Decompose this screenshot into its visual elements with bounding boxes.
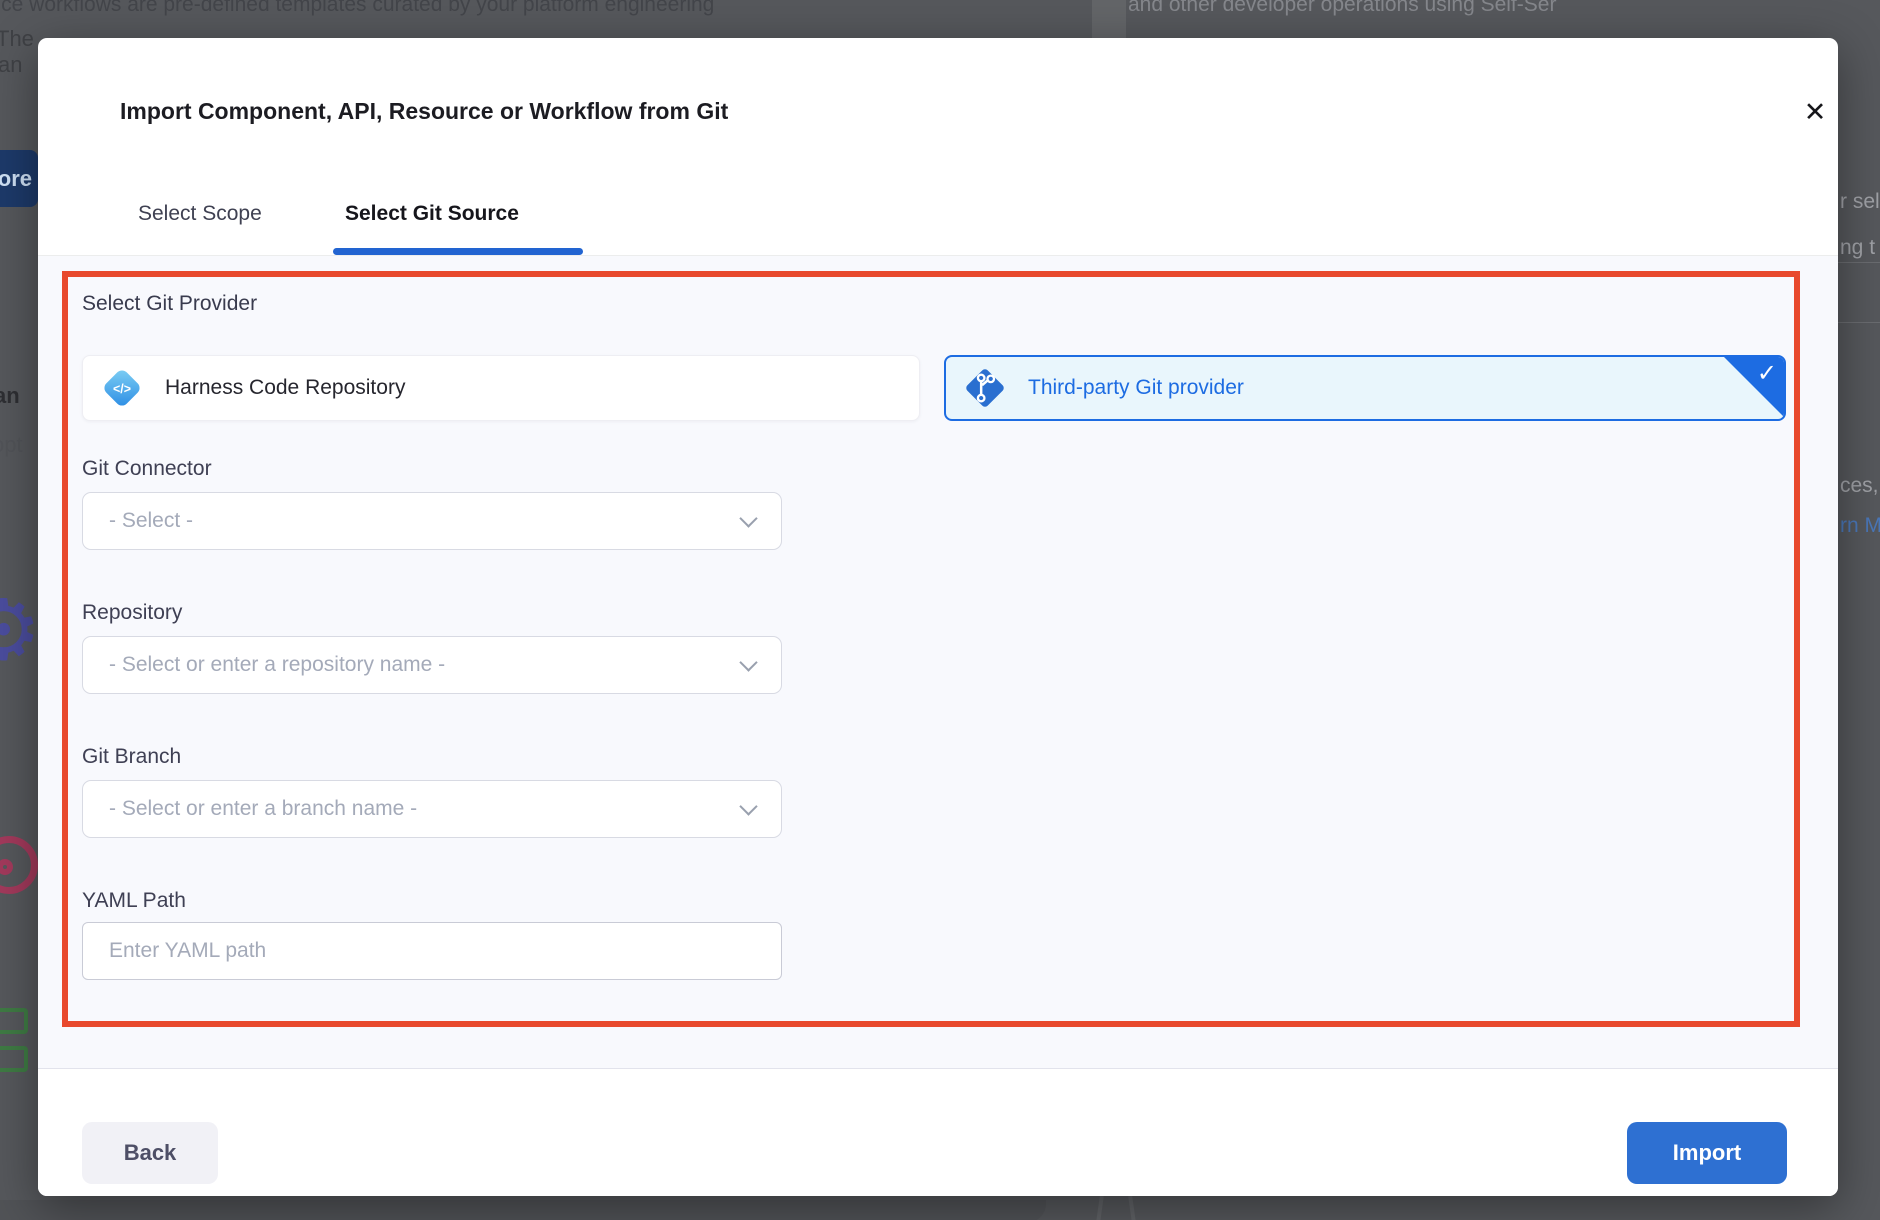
git-connector-label: Git Connector — [82, 457, 212, 481]
screen: vice workflows are pre-defined templates… — [0, 0, 1880, 1220]
background-divider — [1838, 262, 1880, 263]
provider-option-third-party[interactable]: Third-party Git provider ✓ — [944, 355, 1786, 421]
git-branch-icon — [962, 365, 1008, 411]
modal-title: Import Component, API, Resource or Workf… — [120, 98, 728, 125]
chevron-down-icon — [739, 797, 757, 815]
background-explore-button: ore — [0, 150, 38, 207]
modal-footer: Back Import — [38, 1068, 1838, 1196]
dropdown-placeholder: - Select - — [109, 509, 193, 533]
dropdown-placeholder: - Select or enter a branch name - — [109, 797, 417, 821]
background-text-top-right: and other developer operations using Sel… — [1128, 0, 1556, 17]
provider-option-label: Harness Code Repository — [165, 376, 405, 400]
back-button[interactable]: Back — [82, 1122, 218, 1184]
import-from-git-modal: Import Component, API, Resource or Workf… — [38, 38, 1838, 1196]
background-card-edge — [0, 1200, 1046, 1220]
repository-dropdown[interactable]: - Select or enter a repository name - — [82, 636, 782, 694]
active-tab-indicator — [333, 248, 583, 255]
background-line — [1096, 1196, 1104, 1220]
import-button[interactable]: Import — [1627, 1122, 1787, 1184]
chevron-down-icon — [739, 509, 757, 527]
yaml-path-input[interactable] — [82, 922, 782, 980]
background-text-fragment: ces, — [1840, 474, 1879, 498]
background-divider — [1838, 322, 1880, 323]
close-icon[interactable]: ✕ — [1793, 90, 1837, 134]
dropdown-placeholder: - Select or enter a repository name - — [109, 653, 445, 677]
chevron-down-icon — [739, 653, 757, 671]
svg-text:</>: </> — [113, 382, 131, 396]
background-text-fragment: an — [0, 52, 22, 78]
background-text-fragment: an — [0, 383, 20, 409]
background-text-top-left: vice workflows are pre-defined templates… — [0, 0, 714, 17]
git-branch-label: Git Branch — [82, 745, 181, 769]
provider-option-label: Third-party Git provider — [1028, 376, 1244, 400]
check-icon: ✓ — [1757, 359, 1777, 388]
modal-body: Select Git Provider </> Harness Code Rep… — [38, 255, 1838, 1068]
git-branch-dropdown[interactable]: - Select or enter a branch name - — [82, 780, 782, 838]
provider-option-harness-code[interactable]: </> Harness Code Repository — [82, 355, 920, 421]
tab-select-git-source[interactable]: Select Git Source — [345, 202, 519, 226]
git-connector-dropdown[interactable]: - Select - — [82, 492, 782, 550]
stack-icon — [0, 1008, 32, 1084]
background-line — [1128, 1196, 1136, 1220]
background-text-fragment: The — [0, 26, 34, 52]
git-provider-label: Select Git Provider — [82, 292, 257, 316]
background-text-fragment: r sel — [1840, 190, 1880, 214]
harness-code-icon: </> — [99, 365, 145, 411]
background-link-fragment: rn M — [1840, 514, 1880, 538]
selected-corner-badge: ✓ — [1722, 355, 1786, 419]
gear-icon: ⚙ — [0, 588, 41, 672]
background-text-fragment: ng t — [1840, 236, 1875, 260]
yaml-path-label: YAML Path — [82, 889, 186, 913]
repository-label: Repository — [82, 601, 182, 625]
background-text-fragment: opt — [0, 432, 23, 458]
tab-select-scope[interactable]: Select Scope — [138, 202, 262, 226]
background-column-gap — [1092, 0, 1126, 38]
target-icon — [0, 836, 38, 894]
